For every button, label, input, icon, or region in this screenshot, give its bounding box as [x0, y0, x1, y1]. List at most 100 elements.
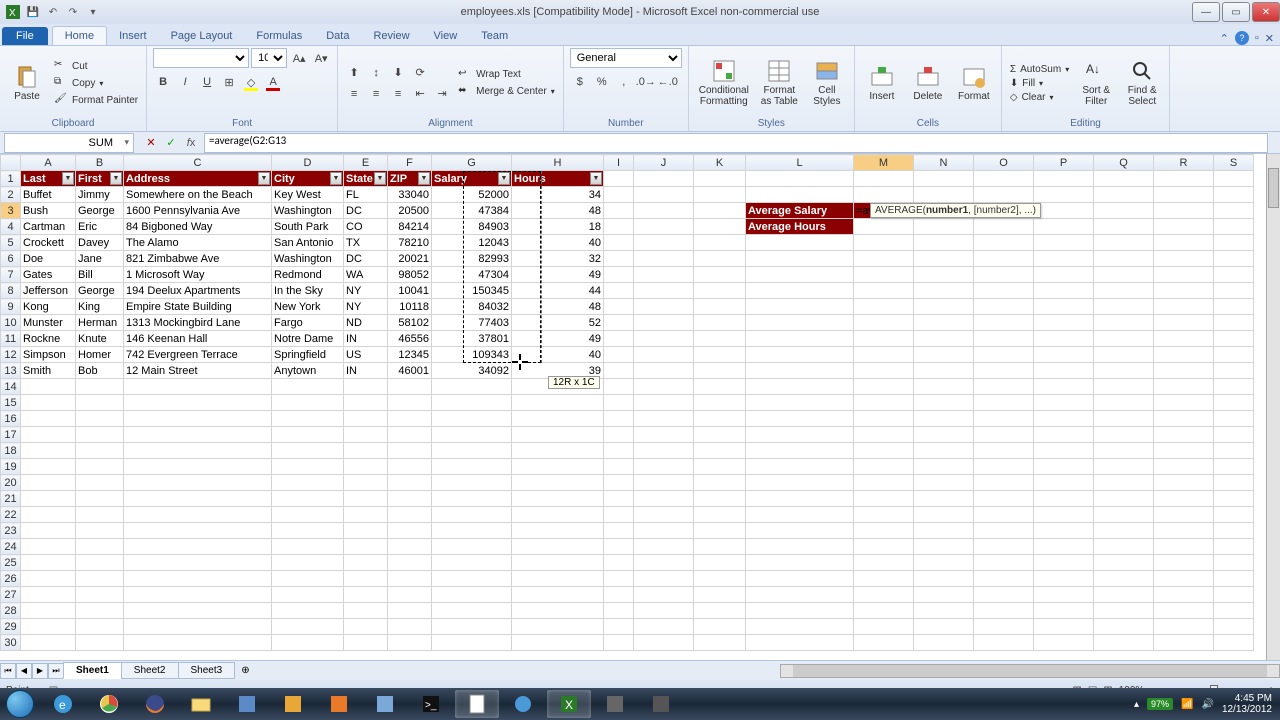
cell[interactable] — [21, 619, 76, 635]
row-head-27[interactable]: 27 — [1, 587, 21, 603]
autosum-button[interactable]: ΣAutoSum▾ — [1008, 63, 1071, 76]
col-head-S[interactable]: S — [1214, 155, 1254, 171]
cell[interactable] — [746, 507, 854, 523]
cell[interactable] — [21, 427, 76, 443]
cell[interactable] — [746, 299, 854, 315]
cell[interactable] — [1034, 331, 1094, 347]
paste-button[interactable]: Paste — [6, 48, 48, 118]
cell[interactable] — [634, 219, 694, 235]
cell[interactable] — [432, 379, 512, 395]
cell[interactable]: 12 Main Street — [124, 363, 272, 379]
border-button[interactable]: ⊞ — [219, 72, 239, 92]
cell[interactable]: 1 Microsoft Way — [124, 267, 272, 283]
cell[interactable] — [694, 555, 746, 571]
cell[interactable] — [344, 587, 388, 603]
qa-customize-icon[interactable]: ▾ — [84, 3, 102, 21]
cell[interactable] — [1034, 267, 1094, 283]
cell[interactable] — [272, 427, 344, 443]
cell[interactable] — [1094, 203, 1154, 219]
cell[interactable] — [746, 283, 854, 299]
decrease-font-icon[interactable]: A▾ — [311, 48, 331, 68]
cell[interactable] — [1094, 411, 1154, 427]
cell[interactable]: Empire State Building — [124, 299, 272, 315]
taskbar-chrome-icon[interactable] — [87, 690, 131, 718]
cell[interactable] — [974, 411, 1034, 427]
cell[interactable]: DC — [344, 203, 388, 219]
col-head-A[interactable]: A — [21, 155, 76, 171]
cell[interactable] — [746, 411, 854, 427]
cell[interactable] — [974, 331, 1034, 347]
tab-data[interactable]: Data — [314, 27, 361, 45]
cell[interactable]: 58102 — [388, 315, 432, 331]
cell[interactable] — [512, 411, 604, 427]
table-header[interactable]: Address▼ — [124, 171, 272, 187]
cell[interactable] — [1154, 235, 1214, 251]
cell[interactable] — [604, 251, 634, 267]
cell[interactable] — [634, 475, 694, 491]
cell[interactable] — [1094, 171, 1154, 187]
cell[interactable] — [388, 587, 432, 603]
cell[interactable] — [124, 619, 272, 635]
cell[interactable] — [914, 635, 974, 651]
table-header[interactable]: First▼ — [76, 171, 124, 187]
cell[interactable] — [1214, 443, 1254, 459]
cell[interactable] — [854, 475, 914, 491]
cell[interactable] — [694, 619, 746, 635]
cell[interactable] — [1094, 395, 1154, 411]
cell[interactable] — [1094, 523, 1154, 539]
cell[interactable] — [634, 283, 694, 299]
conditional-formatting-button[interactable]: Conditional Formatting — [695, 48, 753, 118]
cell[interactable] — [344, 555, 388, 571]
cell[interactable] — [854, 283, 914, 299]
cell[interactable] — [974, 251, 1034, 267]
cell[interactable]: Springfield — [272, 347, 344, 363]
cell[interactable] — [854, 459, 914, 475]
cell[interactable] — [746, 571, 854, 587]
col-head-E[interactable]: E — [344, 155, 388, 171]
cell[interactable]: 821 Zimbabwe Ave — [124, 251, 272, 267]
cell[interactable] — [1154, 523, 1214, 539]
cell[interactable] — [388, 603, 432, 619]
cell[interactable] — [604, 315, 634, 331]
cell[interactable] — [1034, 347, 1094, 363]
align-right-icon[interactable]: ≡ — [388, 84, 408, 104]
cell[interactable] — [344, 427, 388, 443]
window-close-icon[interactable]: ✕ — [1265, 32, 1274, 45]
cell[interactable] — [974, 315, 1034, 331]
cell[interactable] — [854, 555, 914, 571]
cell[interactable] — [914, 219, 974, 235]
cell[interactable]: 20021 — [388, 251, 432, 267]
cell[interactable] — [1094, 603, 1154, 619]
cell[interactable] — [388, 523, 432, 539]
cell[interactable] — [746, 491, 854, 507]
cell[interactable] — [21, 443, 76, 459]
cell[interactable] — [746, 603, 854, 619]
cell[interactable]: 150345 — [432, 283, 512, 299]
tray-volume-icon[interactable]: 🔊 — [1201, 699, 1213, 710]
cell[interactable]: ND — [344, 315, 388, 331]
cell[interactable]: 46556 — [388, 331, 432, 347]
cell[interactable]: The Alamo — [124, 235, 272, 251]
cell[interactable] — [914, 587, 974, 603]
align-top-icon[interactable]: ⬆ — [344, 63, 364, 83]
row-head-29[interactable]: 29 — [1, 619, 21, 635]
cell[interactable] — [512, 507, 604, 523]
cell[interactable] — [344, 523, 388, 539]
cell[interactable] — [746, 539, 854, 555]
table-header[interactable]: ZIP▼ — [388, 171, 432, 187]
tab-formulas[interactable]: Formulas — [244, 27, 314, 45]
cell[interactable] — [694, 507, 746, 523]
cell[interactable] — [272, 411, 344, 427]
cell[interactable]: Gates — [21, 267, 76, 283]
cell[interactable] — [1094, 299, 1154, 315]
row-head-13[interactable]: 13 — [1, 363, 21, 379]
cell[interactable] — [21, 459, 76, 475]
merge-center-button[interactable]: ⬌Merge & Center▾ — [456, 84, 557, 100]
cell[interactable] — [634, 555, 694, 571]
cell[interactable] — [344, 443, 388, 459]
cell[interactable] — [604, 379, 634, 395]
cell[interactable] — [76, 619, 124, 635]
cell[interactable] — [634, 507, 694, 523]
cell[interactable] — [1154, 315, 1214, 331]
cell[interactable] — [1094, 587, 1154, 603]
